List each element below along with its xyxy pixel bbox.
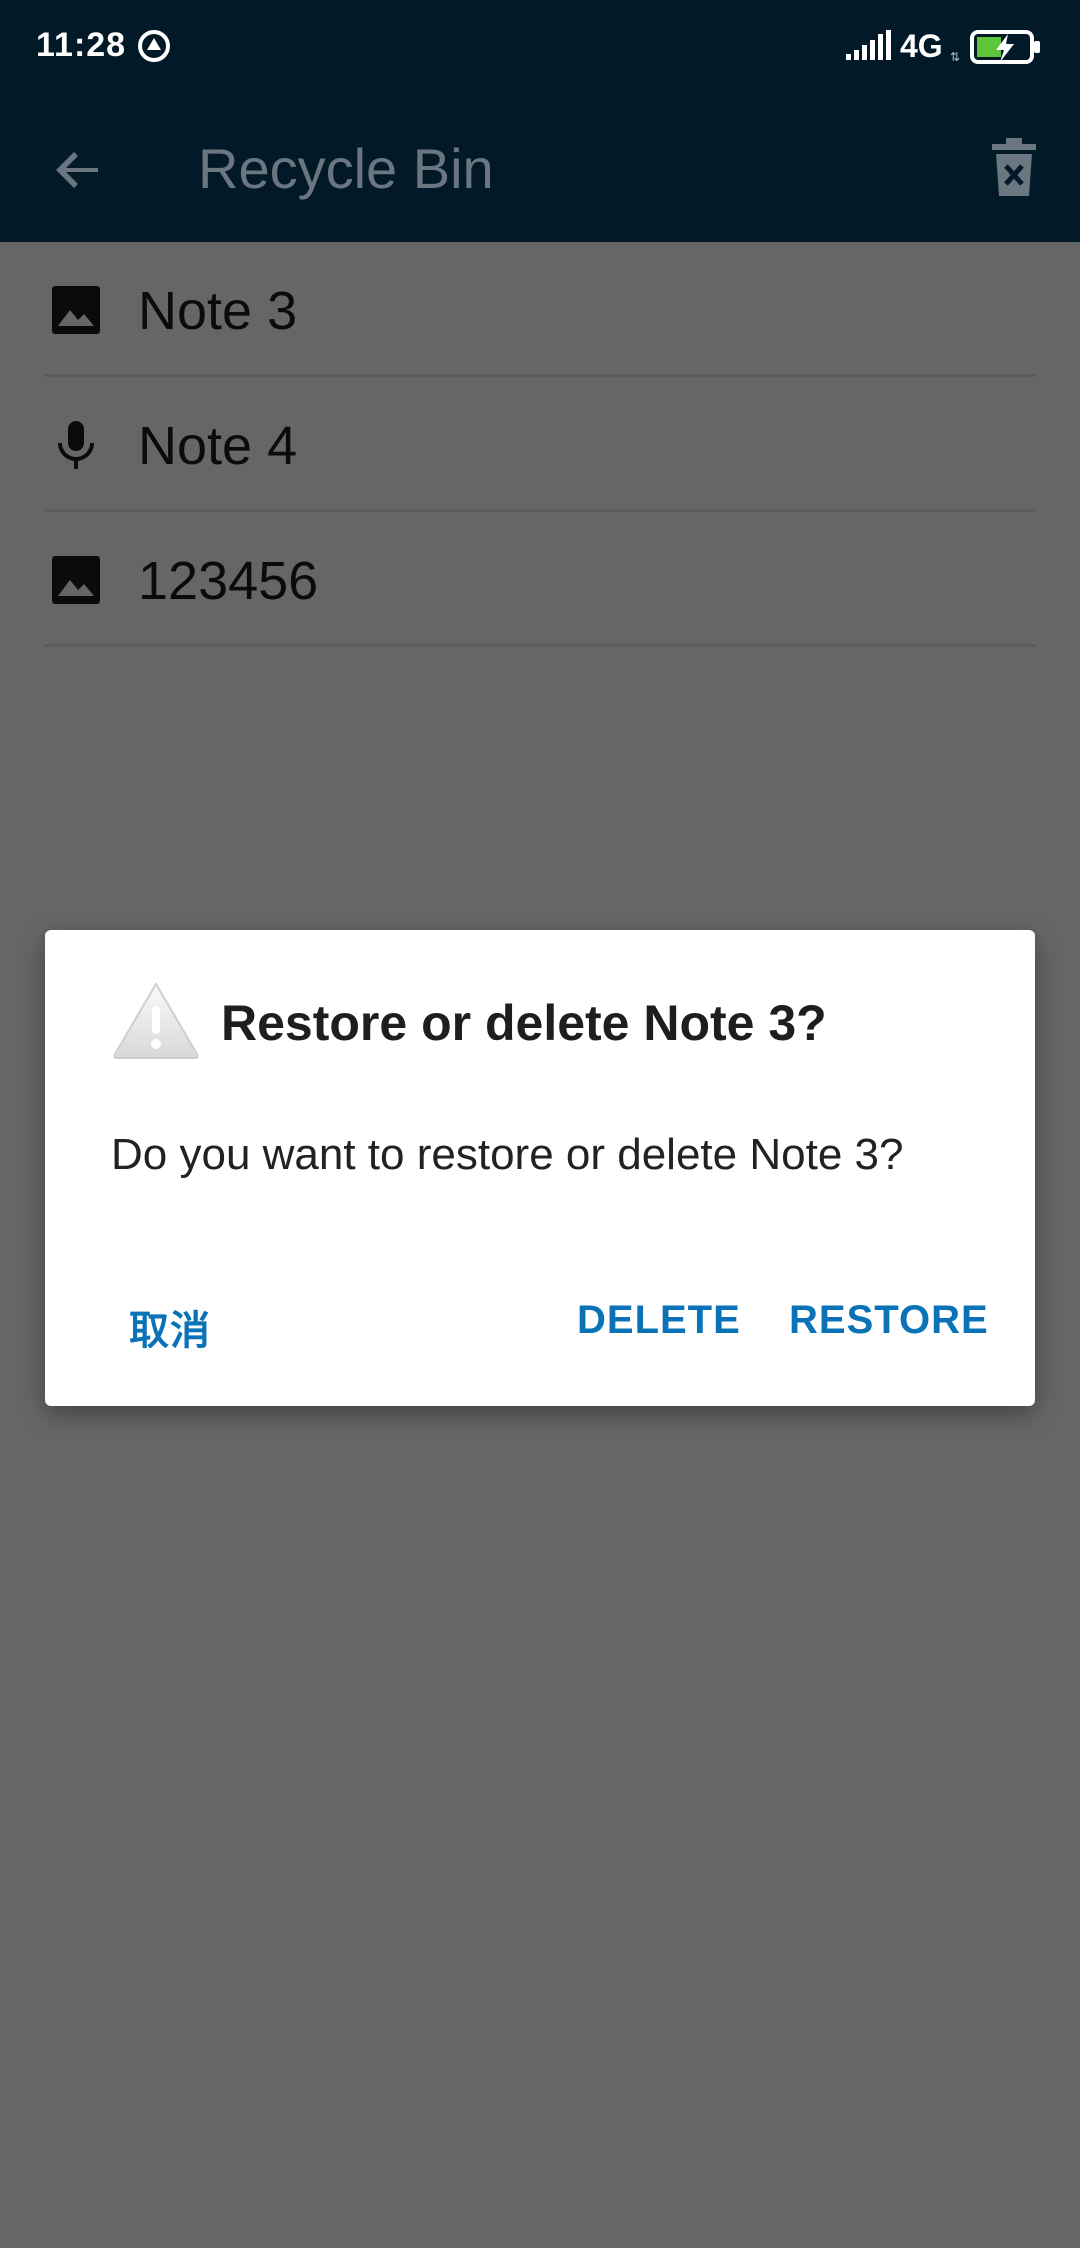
list-item-label: Note 3	[138, 281, 298, 341]
app-bar: Recycle Bin	[0, 94, 1080, 242]
image-icon	[52, 556, 100, 604]
restore-delete-dialog: Restore or delete Note 3? Do you want to…	[45, 930, 1035, 1406]
battery-charging-icon	[970, 30, 1040, 64]
list-item[interactable]: 123456	[44, 512, 1036, 647]
list-item-label: 123456	[138, 551, 319, 611]
dialog-title: Restore or delete Note 3?	[221, 995, 827, 1051]
warning-icon	[113, 982, 199, 1059]
list-item[interactable]: Note 4	[44, 377, 1036, 512]
notes-list: Note 3 Note 4 123456	[44, 242, 1036, 647]
network-activity: ⇅	[950, 50, 961, 64]
arrow-back-icon[interactable]	[50, 142, 106, 198]
sync-icon	[138, 30, 170, 62]
page-title: Recycle Bin	[198, 137, 494, 200]
image-icon	[52, 286, 100, 334]
delete-forever-icon[interactable]	[988, 138, 1040, 198]
dialog-message: Do you want to restore or delete Note 3?	[111, 1130, 904, 1179]
status-time: 11:28	[36, 26, 127, 64]
mic-icon	[58, 421, 94, 469]
signal-icon	[846, 30, 891, 60]
network-type: 4G	[900, 28, 943, 64]
restore-button[interactable]: RESTORE	[789, 1298, 989, 1343]
list-item[interactable]: Note 3	[44, 242, 1036, 377]
status-bar: 11:28 4G ⇅	[0, 0, 1080, 94]
delete-button[interactable]: DELETE	[577, 1298, 741, 1343]
cancel-button[interactable]: 取消	[129, 1298, 211, 1356]
list-item-label: Note 4	[138, 416, 298, 476]
